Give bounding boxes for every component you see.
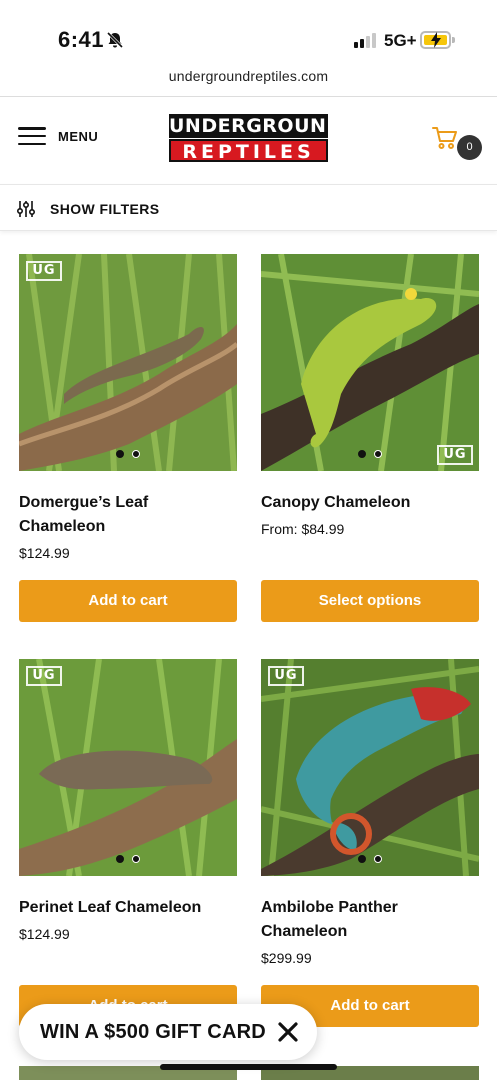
add-to-cart-button[interactable]: Add to cart [19,580,237,622]
pagination-dot[interactable] [358,450,366,458]
product-price: $299.99 [261,950,312,966]
product-name[interactable]: Perinet Leaf Chameleon [19,896,237,920]
product-image[interactable]: UG [261,659,479,876]
select-options-button[interactable]: Select options [261,580,479,622]
ug-watermark: UG [437,445,473,465]
pagination-dot[interactable] [132,855,140,863]
product-price: $124.99 [19,926,70,942]
menu-label: MENU [58,128,99,144]
filters-label: SHOW FILTERS [50,201,160,217]
show-filters-button[interactable]: SHOW FILTERS [0,184,497,231]
product-card: UG Perinet Leaf Chameleon $124.99 [19,659,237,942]
product-image[interactable]: UG [19,659,237,876]
network-type: 5G+ [384,31,417,50]
image-pagination [358,855,382,863]
signal-icon [354,33,376,48]
product-card: UG Ambilobe Panther Chameleon $299.99 [261,659,479,966]
product-price: From: $84.99 [261,521,345,537]
sliders-icon [17,201,35,217]
pagination-dot[interactable] [116,855,124,863]
site-header: MENU UNDERGROUND REPTILES 0 [0,97,497,183]
product-card: UG Canopy Chameleon From: $84.99 [261,254,479,537]
pagination-dot[interactable] [358,855,366,863]
ug-watermark: UG [26,666,62,686]
ug-watermark: UG [268,666,304,686]
product-price: $124.99 [19,545,70,561]
address-bar-url[interactable]: undergroundreptiles.com [0,68,497,84]
pagination-dot[interactable] [132,450,140,458]
logo-top-text: UNDERGROUND [169,114,343,138]
product-name[interactable]: Ambilobe Panther Chameleon [261,896,479,944]
pagination-dot[interactable] [374,855,382,863]
pagination-dot[interactable] [116,450,124,458]
cart-count-badge[interactable]: 0 [457,135,482,160]
status-time: 6:41 [58,27,105,52]
home-indicator[interactable] [160,1064,337,1070]
battery-icon [420,31,455,49]
gift-card-popup[interactable]: WIN A $500 GIFT CARD [19,1004,317,1060]
hamburger-icon [18,127,46,145]
gift-card-text: WIN A $500 GIFT CARD [40,1021,266,1043]
image-pagination [358,450,382,458]
menu-button[interactable]: MENU [18,127,98,145]
status-bar: 6:41 5G+ [0,0,497,62]
product-image[interactable]: UG [19,254,237,471]
product-image[interactable]: UG [261,254,479,471]
pagination-dot[interactable] [374,450,382,458]
logo-bottom-text: REPTILES [169,139,328,163]
site-logo[interactable]: UNDERGROUND REPTILES [169,114,343,163]
product-name[interactable]: Domergue’s Leaf Chameleon [19,491,237,539]
image-pagination [116,855,140,863]
bell-slash-icon [106,31,124,49]
product-name[interactable]: Canopy Chameleon [261,491,479,515]
ug-watermark: UG [26,261,62,281]
cart-icon[interactable] [432,125,458,151]
product-card: UG Domergue’s Leaf Chameleon $124.99 [19,254,237,561]
close-icon[interactable] [277,1021,299,1043]
image-pagination [116,450,140,458]
